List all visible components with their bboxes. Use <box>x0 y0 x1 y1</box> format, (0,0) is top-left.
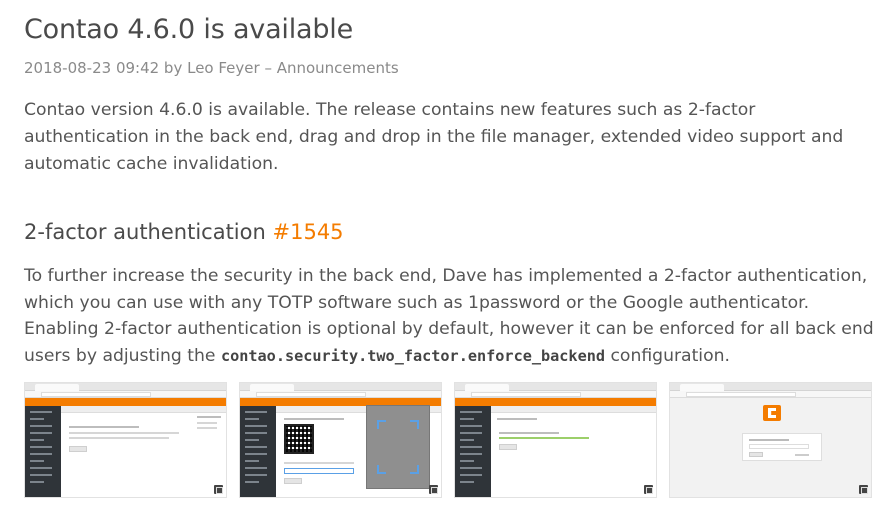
browser-urlbar <box>670 391 871 398</box>
qr-code-image <box>284 424 314 454</box>
app-sidebar <box>25 406 61 497</box>
issue-link[interactable]: #1545 <box>273 220 344 244</box>
expand-icon[interactable] <box>859 485 868 494</box>
login-box <box>742 433 822 461</box>
app-sidebar <box>240 406 276 497</box>
section-body-text-end: configuration. <box>605 345 730 366</box>
browser-tabbar <box>25 383 226 391</box>
browser-urlbar <box>25 391 226 398</box>
browser-urlbar <box>240 391 441 398</box>
screenshot-2fa-qr-code[interactable] <box>239 382 442 498</box>
browser-tabbar <box>240 383 441 391</box>
section-heading-text: 2-factor authentication <box>24 220 266 244</box>
screenshot-2fa-settings[interactable] <box>24 382 227 498</box>
expand-icon[interactable] <box>214 485 223 494</box>
expand-icon[interactable] <box>644 485 653 494</box>
app-main <box>491 406 656 497</box>
app-header <box>455 398 656 406</box>
browser-tabbar <box>455 383 656 391</box>
section-body: To further increase the security in the … <box>24 263 876 369</box>
section-heading: 2-factor authentication #1545 <box>24 220 344 244</box>
browser-tabbar <box>670 383 871 391</box>
app-main <box>61 406 226 497</box>
screenshot-2fa-enabled[interactable] <box>454 382 657 498</box>
screenshot-2fa-login[interactable] <box>669 382 872 498</box>
article-meta: 2018-08-23 09:42 by Leo Feyer – Announce… <box>24 59 399 77</box>
contao-logo <box>763 405 781 421</box>
config-key-code: contao.security.two_factor.enforce_backe… <box>220 346 606 365</box>
screenshot-gallery <box>24 382 882 498</box>
browser-urlbar <box>455 391 656 398</box>
app-sidebar <box>455 406 491 497</box>
camera-scan-overlay <box>366 405 430 489</box>
expand-icon[interactable] <box>429 485 438 494</box>
app-header <box>25 398 226 406</box>
article-intro: Contao version 4.6.0 is available. The r… <box>24 100 844 174</box>
article-title: Contao 4.6.0 is available <box>24 14 354 45</box>
